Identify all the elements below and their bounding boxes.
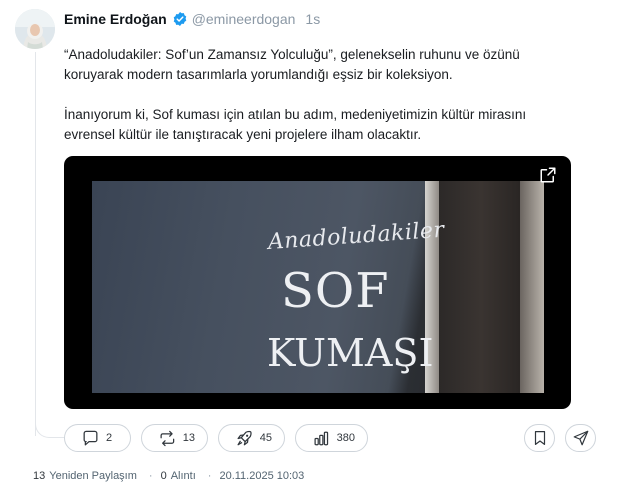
repost-button[interactable]: 13 [141,424,208,452]
action-bar: 2 13 45 380 [64,424,378,452]
like-count: 45 [259,432,272,444]
views-button[interactable]: 380 [295,424,368,452]
repost-count: 13 [182,432,195,444]
bookmark-button[interactable] [524,424,555,452]
external-link-icon[interactable] [539,166,557,184]
views-chart-icon [314,431,329,445]
views-count: 380 [336,432,355,444]
post-stats-footer: 13 Yeniden Paylaşım · 0 Alıntı · 20.11.2… [33,470,308,482]
quotes-label[interactable]: Alıntı [171,470,196,482]
verified-badge-icon [173,12,186,26]
author-handle[interactable]: @emineerdogan [192,11,296,27]
post-time[interactable]: 1s [305,11,320,27]
post-text-paragraph-1: “Anadoludakiler: Sof’un Zamansız Yolculu… [64,47,520,82]
rocket-icon [237,430,252,445]
footer-separator: · [148,470,153,482]
send-icon [573,430,588,446]
thread-line [35,52,36,436]
author-name[interactable]: Emine Erdoğan [64,11,167,27]
video-frame: Anadoludakiler SOF KUMAŞI [92,181,544,393]
share-button[interactable] [565,424,596,452]
video-title-sub: KUMAŞI [267,331,434,375]
post-card: Emine Erdoğan @emineerdogan 1s “Anadolud… [0,0,631,500]
reposts-total[interactable]: 13 [33,470,45,482]
post-datetime: 20.11.2025 10:03 [219,470,305,482]
reply-count: 2 [106,432,113,444]
bookmark-icon [534,431,545,445]
post-text-paragraph-2: İnanıyorum ki, Sof kuması için atılan bu… [64,107,527,142]
reposts-label[interactable]: Yeniden Paylaşım [49,470,137,482]
thread-connector [35,420,65,438]
video-title-main: SOF [281,263,390,319]
like-button[interactable]: 45 [218,424,285,452]
reply-button[interactable]: 2 [64,424,131,452]
video-scene-light-area [520,181,544,393]
profile-photo-icon [15,9,55,49]
reply-icon [83,430,98,445]
post-header: Emine Erdoğan @emineerdogan 1s [64,10,320,28]
footer-separator: · [207,470,212,482]
repost-icon [160,430,175,446]
quotes-total[interactable]: 0 [161,470,167,482]
video-title-script: Anadoludakiler [267,217,446,255]
video-player[interactable]: Anadoludakiler SOF KUMAŞI [64,156,571,409]
avatar[interactable] [15,9,55,49]
